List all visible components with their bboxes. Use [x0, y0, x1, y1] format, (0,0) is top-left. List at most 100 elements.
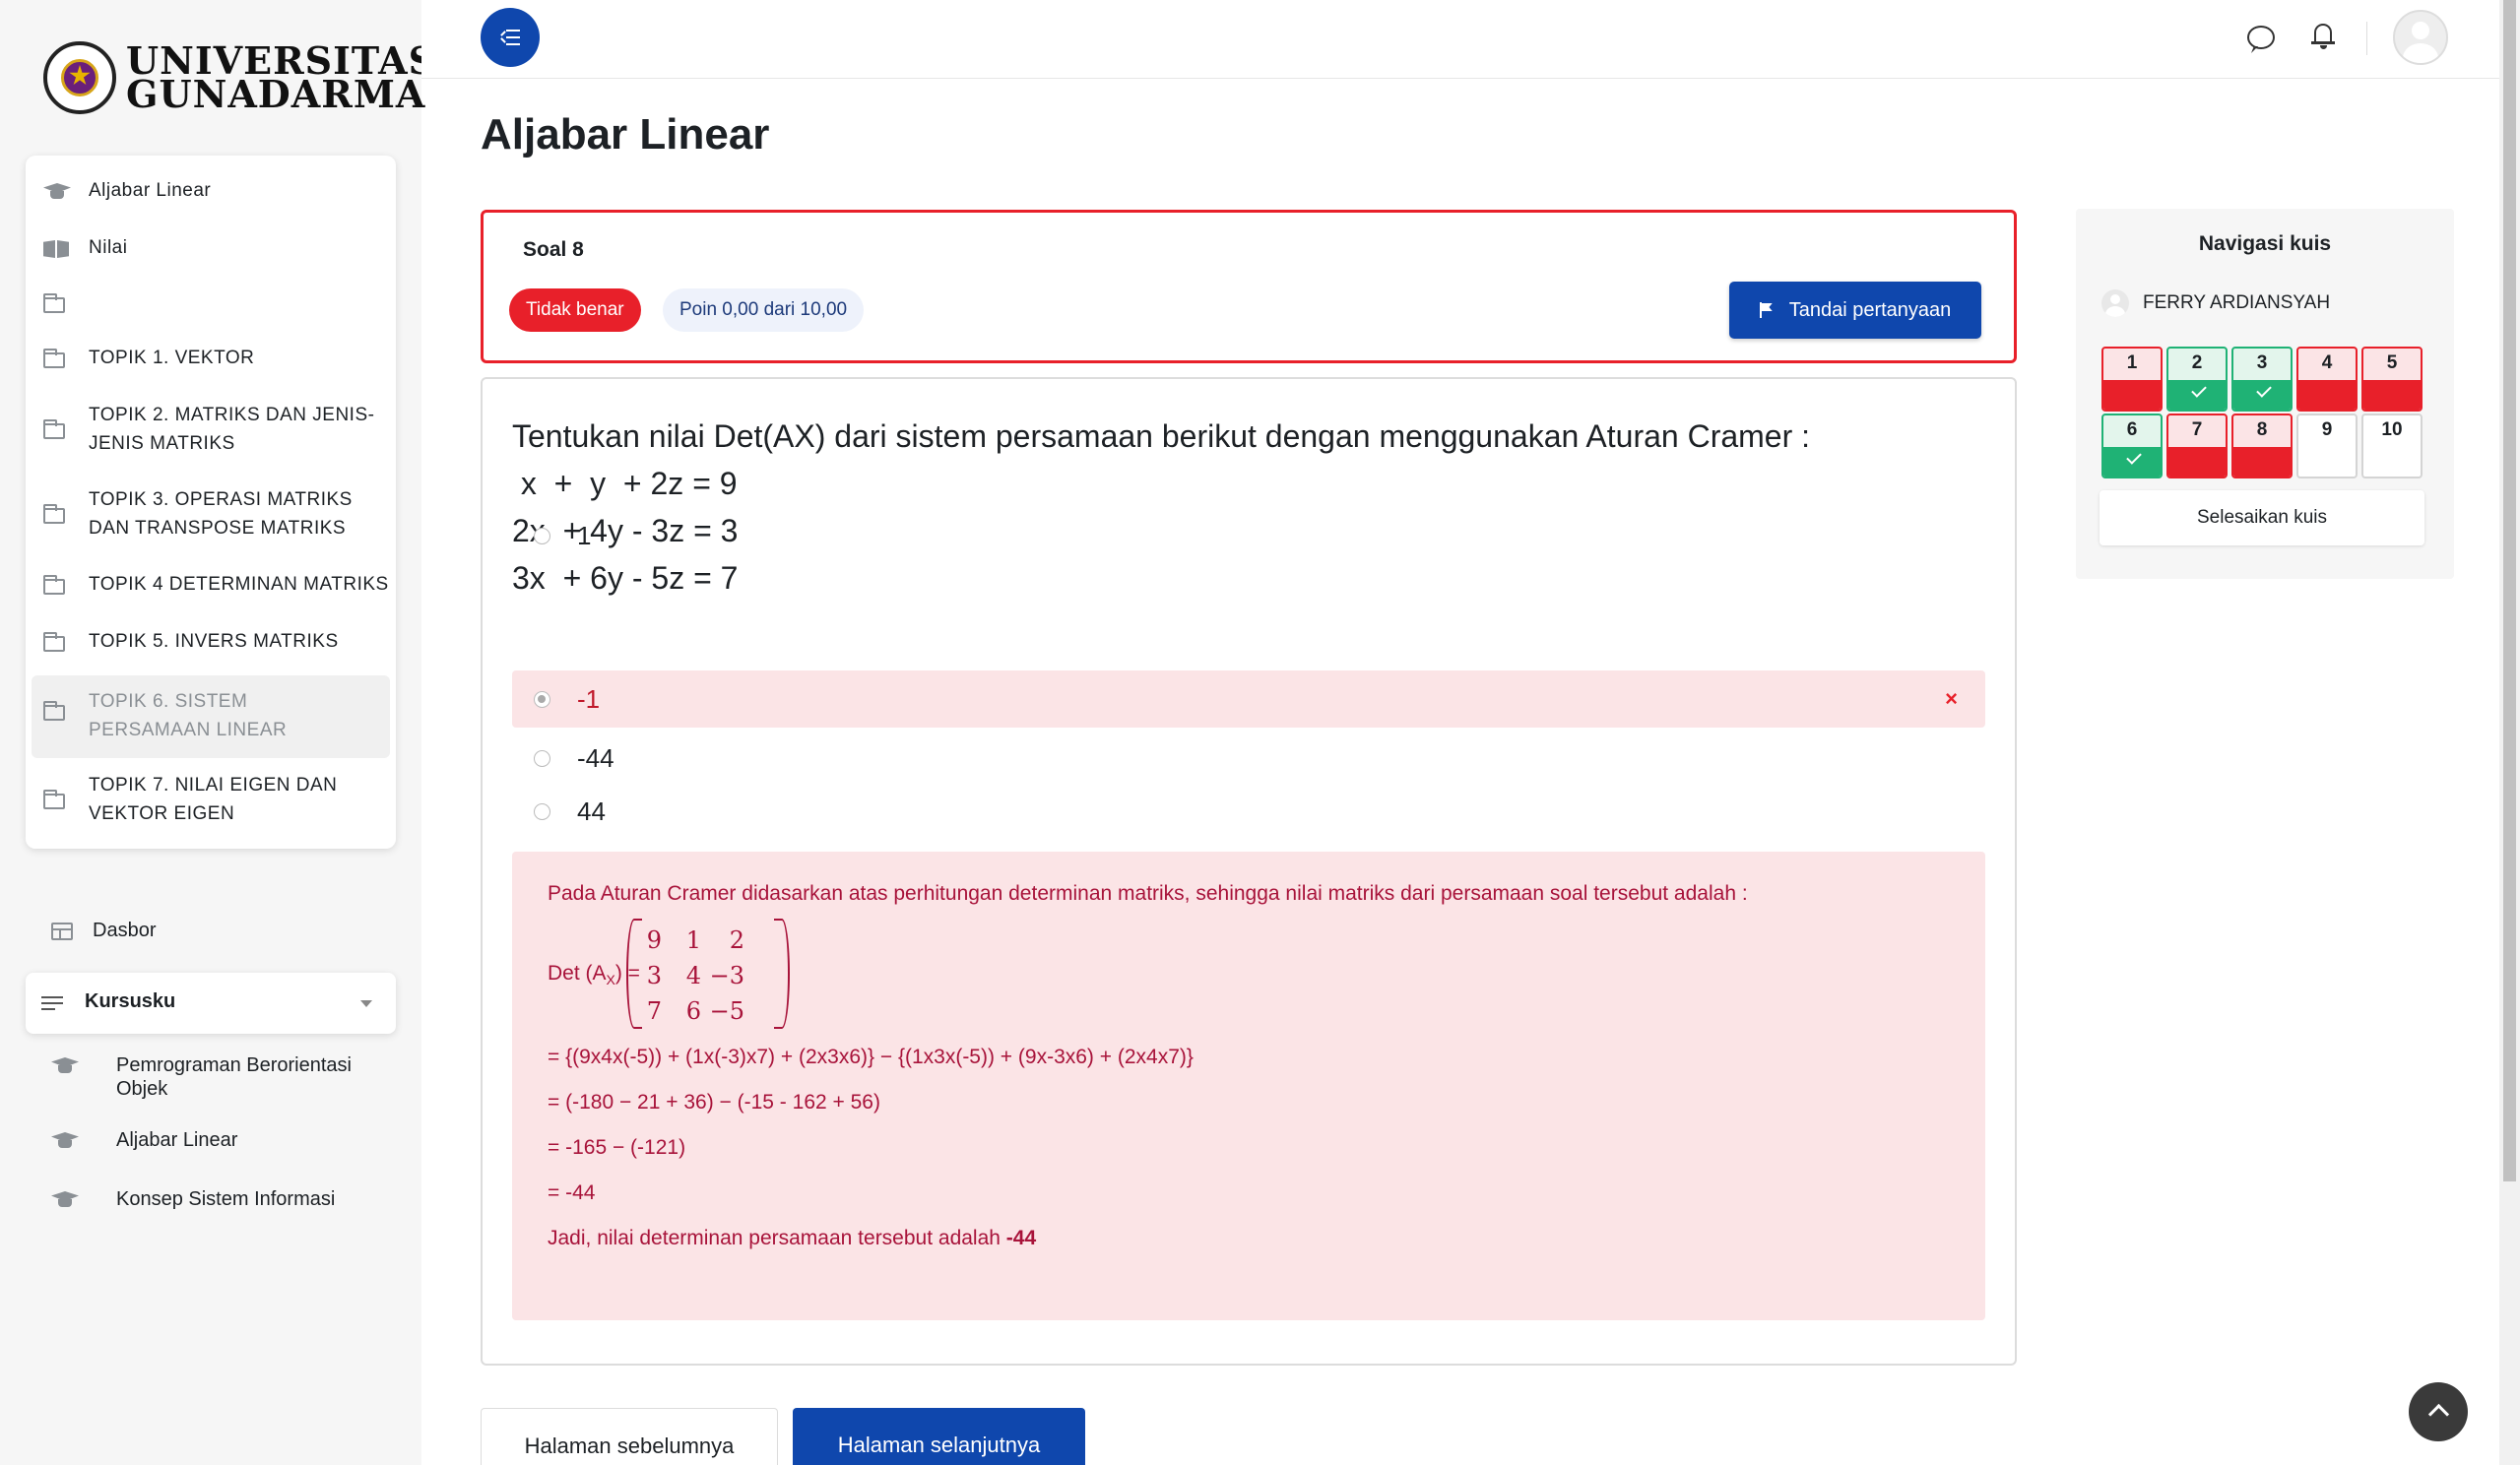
book-icon: [43, 240, 67, 260]
course-index-label: TOPIK 7. NILAI EIGEN DAN VEKTOR EIGEN: [89, 775, 338, 824]
check-icon: [2126, 449, 2142, 465]
question-number: 7: [2191, 419, 2203, 440]
answer-option[interactable]: -44: [512, 730, 1985, 787]
my-courses-label: Kursusku: [85, 990, 176, 1012]
answer-radio[interactable]: [534, 749, 550, 767]
my-courses-toggle[interactable]: Kursusku: [26, 973, 396, 1034]
matrix-cell: 9: [646, 926, 662, 954]
matrix-cell: 3: [646, 962, 662, 989]
answer-option-label: -1: [577, 683, 601, 714]
folder-icon: [43, 504, 67, 528]
graduation-cap-icon: [51, 1191, 79, 1207]
course-index-item-course[interactable]: Aljabar Linear: [26, 171, 396, 211]
quiz-question-button[interactable]: 10: [2361, 414, 2423, 478]
course-index-label: Nilai: [89, 237, 128, 258]
quiz-question-button[interactable]: 3: [2231, 347, 2293, 412]
previous-page-button[interactable]: Halaman sebelumnya: [481, 1408, 778, 1465]
answer-radio[interactable]: [534, 802, 550, 820]
matrix-cell: 6: [685, 997, 701, 1025]
question-number: 10: [2381, 419, 2403, 440]
course-index: Aljabar Linear Nilai TOPIK 1. VEKTOR TOP…: [26, 156, 396, 849]
quiz-navigation-title: Navigasi kuis: [2198, 232, 2332, 255]
right-paren: [774, 919, 790, 1029]
university-logo[interactable]: UNIVERSITAS GUNADARMA: [43, 41, 436, 114]
quiz-question-button[interactable]: 1: [2101, 347, 2163, 412]
question-number: 9: [2321, 419, 2333, 440]
course-index-label: TOPIK 5. INVERS MATRIKS: [89, 631, 339, 652]
course-index-label: TOPIK 3. OPERASI MATRIKS DAN TRANSPOSE M…: [89, 489, 353, 539]
answer-radio[interactable]: [534, 527, 550, 544]
flag-icon: [1759, 302, 1774, 318]
dashboard-icon: [51, 922, 73, 940]
course-index-item-topic-3[interactable]: TOPIK 3. OPERASI MATRIKS DAN TRANSPOSE M…: [26, 480, 396, 547]
top-navbar: [421, 0, 2499, 79]
answer-option-label: -44: [577, 742, 614, 773]
quiz-question-button[interactable]: 5: [2361, 347, 2423, 412]
university-name: UNIVERSITAS GUNADARMA: [126, 42, 436, 113]
course-link[interactable]: Aljabar Linear: [51, 1128, 237, 1151]
status-badge: Tidak benar: [509, 288, 641, 332]
folder-icon: [43, 293, 67, 317]
user-name: FERRY ARDIANSYAH: [2143, 292, 2331, 313]
page-scrollbar[interactable]: [2499, 0, 2520, 1465]
course-index-item-topic-7[interactable]: TOPIK 7. NILAI EIGEN DAN VEKTOR EIGEN: [26, 766, 396, 833]
navbar-divider: [2366, 22, 2367, 55]
question-number: Soal 8: [523, 238, 584, 261]
university-seal-icon: [43, 41, 116, 114]
question-number: 1: [2126, 352, 2138, 373]
answer-option-selected[interactable]: -1 ×: [512, 670, 1985, 728]
feedback-intro: Pada Aturan Cramer didasarkan atas perhi…: [548, 882, 1748, 905]
matrix-cell: 1: [685, 926, 701, 954]
answer-radio[interactable]: [534, 690, 550, 708]
messages-icon[interactable]: [2247, 26, 2275, 49]
question-number: 2: [2191, 352, 2203, 373]
solution-step: = -165 − (-121): [548, 1136, 686, 1159]
matrix-cell: −3: [709, 962, 744, 989]
course-index-item-general[interactable]: [26, 284, 396, 323]
course-index-label: TOPIK 4 DETERMINAN MATRIKS: [89, 574, 389, 595]
answer-option-label: 1: [577, 520, 592, 550]
answer-option-label: 44: [577, 796, 606, 826]
answer-option[interactable]: 44: [512, 783, 1985, 840]
next-page-button[interactable]: Halaman selanjutnya: [793, 1408, 1085, 1465]
page-title: Aljabar Linear: [481, 110, 770, 159]
question-number: 4: [2321, 352, 2333, 373]
caret-down-icon: [360, 1000, 372, 1007]
course-link[interactable]: Pemrograman Berorientasi Objek: [51, 1053, 352, 1100]
course-link[interactable]: Konsep Sistem Informasi: [51, 1187, 335, 1210]
course-index-item-topic-4[interactable]: TOPIK 4 DETERMINAN MATRIKS: [26, 565, 396, 605]
question-number: 6: [2126, 419, 2138, 440]
quiz-question-button[interactable]: 6: [2101, 414, 2163, 478]
quiz-question-button[interactable]: 7: [2166, 414, 2228, 478]
det-label-text: Det (A: [548, 962, 607, 985]
finish-quiz-button[interactable]: Selesaikan kuis: [2100, 490, 2424, 545]
drawer-toggle-button[interactable]: [481, 8, 540, 67]
dashboard-link[interactable]: Dasbor: [51, 920, 156, 942]
notifications-icon[interactable]: [2311, 22, 2335, 49]
quiz-question-button-current[interactable]: 8: [2231, 414, 2293, 478]
quiz-question-button[interactable]: 2: [2166, 347, 2228, 412]
course-index-item-grades[interactable]: Nilai: [26, 228, 396, 268]
scrollbar-thumb[interactable]: [2503, 0, 2516, 1181]
back-to-top-button[interactable]: [2409, 1382, 2468, 1441]
question-prompt: Tentukan nilai Det(AX) dari sistem persa…: [512, 418, 1811, 454]
folder-icon: [43, 575, 67, 599]
flag-question-button[interactable]: Tandai pertanyaan: [1729, 282, 1981, 339]
check-icon: [2256, 382, 2272, 398]
course-index-item-topic-2[interactable]: TOPIK 2. MATRIKS DAN JENIS-JENIS MATRIKS: [26, 396, 396, 463]
quiz-question-button[interactable]: 9: [2296, 414, 2358, 478]
user-avatar[interactable]: [2393, 10, 2448, 65]
question-number: 5: [2386, 352, 2398, 373]
course-index-item-topic-5[interactable]: TOPIK 5. INVERS MATRIKS: [26, 622, 396, 662]
course-index-label: Aljabar Linear: [89, 180, 212, 201]
flag-question-label: Tandai pertanyaan: [1788, 298, 1952, 321]
course-index-item-topic-1[interactable]: TOPIK 1. VEKTOR: [26, 339, 396, 378]
course-index-item-topic-6[interactable]: TOPIK 6. SISTEM PERSAMAAN LINEAR: [32, 675, 390, 758]
graduation-cap-icon: [43, 183, 67, 203]
answer-option[interactable]: 1: [512, 507, 1985, 564]
quiz-question-button[interactable]: 4: [2296, 347, 2358, 412]
incorrect-icon: ×: [1945, 686, 1958, 711]
course-link-label: Aljabar Linear: [116, 1129, 238, 1151]
folder-icon: [43, 349, 67, 372]
matrix: 9 1 2 3 4 −3 7 6 −5: [626, 919, 790, 1029]
